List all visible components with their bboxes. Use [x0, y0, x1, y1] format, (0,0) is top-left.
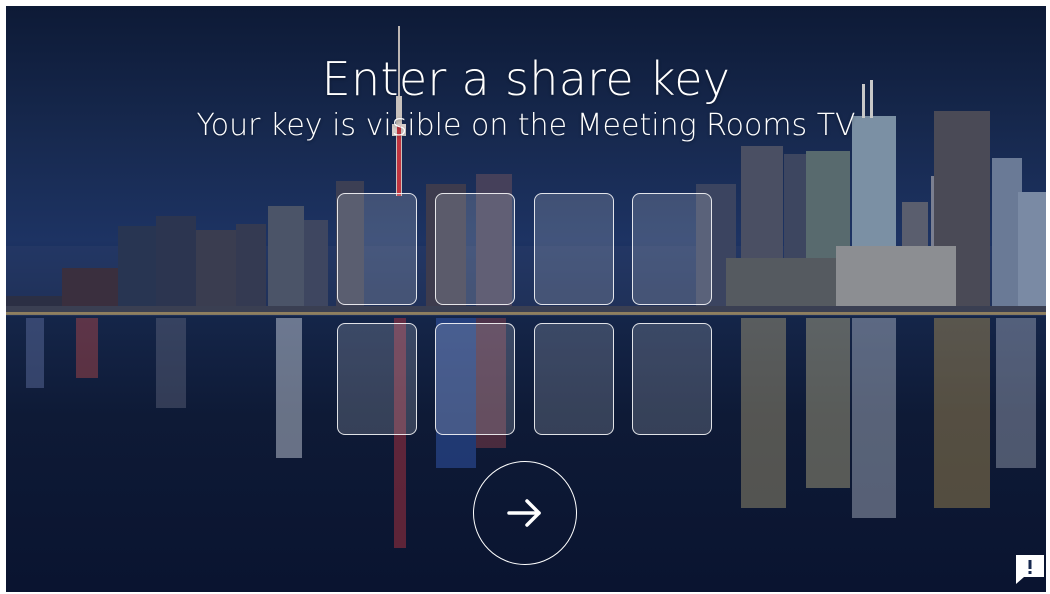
page-title: Enter a share key	[321, 52, 731, 106]
submit-key-button[interactable]	[473, 461, 577, 565]
key-slot-4[interactable]	[632, 193, 712, 305]
feedback-button[interactable]	[1013, 552, 1046, 586]
key-slot-7[interactable]	[534, 323, 614, 435]
key-slot-6[interactable]	[435, 323, 515, 435]
key-slot-3[interactable]	[534, 193, 614, 305]
page-subtitle: Your key is visible on the Meeting Rooms…	[196, 108, 856, 143]
feedback-icon	[1016, 555, 1044, 584]
key-slot-5[interactable]	[337, 323, 417, 435]
key-slot-8[interactable]	[632, 323, 712, 435]
key-slot-1[interactable]	[337, 193, 417, 305]
share-key-screen: Enter a share key Your key is visible on…	[6, 6, 1046, 592]
share-key-input-grid	[337, 193, 717, 437]
arrow-right-icon	[507, 499, 541, 527]
key-slot-2[interactable]	[435, 193, 515, 305]
